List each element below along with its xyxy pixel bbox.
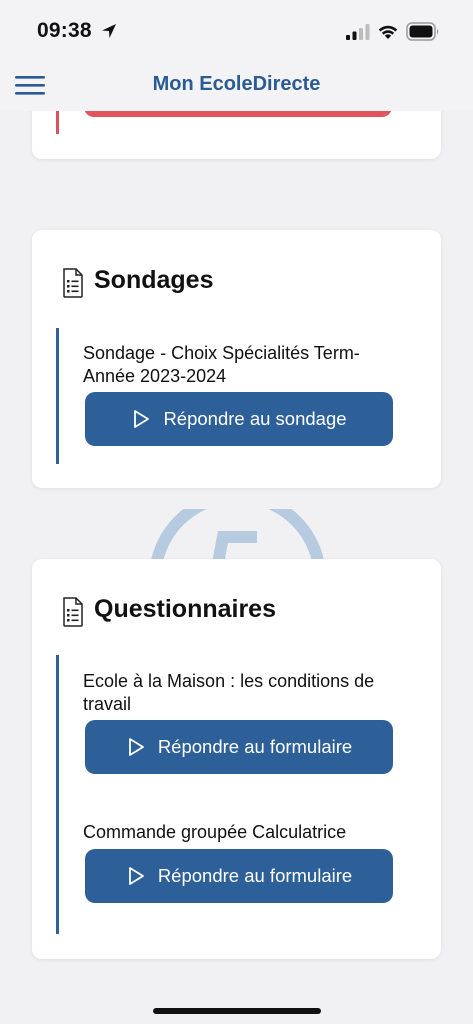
button-label: Répondre au formulaire [157,865,353,886]
previous-card [32,111,441,159]
button-label: Répondre au sondage [163,408,347,429]
wifi-icon [378,25,398,39]
document-list-icon [63,597,83,627]
sondage-item-text: Sondage - Choix Spécialités Term-Année 2… [83,343,360,386]
battery-icon [406,22,439,41]
repondre-formulaire-button[interactable]: Répondre au formulaire [85,849,393,903]
questionnaires-title: Questionnaires [94,595,276,623]
questionnaires-card: Questionnaires Ecole à la Maison : les c… [32,559,441,959]
play-icon [128,738,144,756]
document-list-icon [63,268,83,298]
home-indicator[interactable] [153,1008,321,1014]
questionnaire-item-text: Ecole à la Maison : les conditions de tr… [83,671,375,714]
location-arrow-icon [102,24,116,38]
status-time: 09:38 [37,19,92,42]
play-icon [134,410,150,428]
repondre-sondage-button[interactable]: Répondre au sondage [85,392,393,446]
status-bar: 09:38 [0,0,473,60]
repondre-formulaire-button[interactable]: Répondre au formulaire [85,720,393,774]
red-action-button[interactable] [84,111,392,117]
button-label: Répondre au formulaire [157,736,353,757]
section-accent-bar [56,655,59,934]
sondages-title: Sondages [94,266,214,294]
section-accent-bar [56,328,59,464]
cellular-signal-icon [346,24,370,40]
page-title: Mon EcoleDirecte [152,73,321,95]
play-icon [128,867,144,885]
app-header: Mon EcoleDirecte [0,60,473,111]
section-accent-bar [56,111,59,134]
questionnaire-item-text: Commande groupée Calculatrice [83,822,347,842]
main-content[interactable]: Sondages Sondage - Choix Spécialités Ter… [0,111,473,1024]
sondages-card: Sondages Sondage - Choix Spécialités Ter… [32,230,441,488]
